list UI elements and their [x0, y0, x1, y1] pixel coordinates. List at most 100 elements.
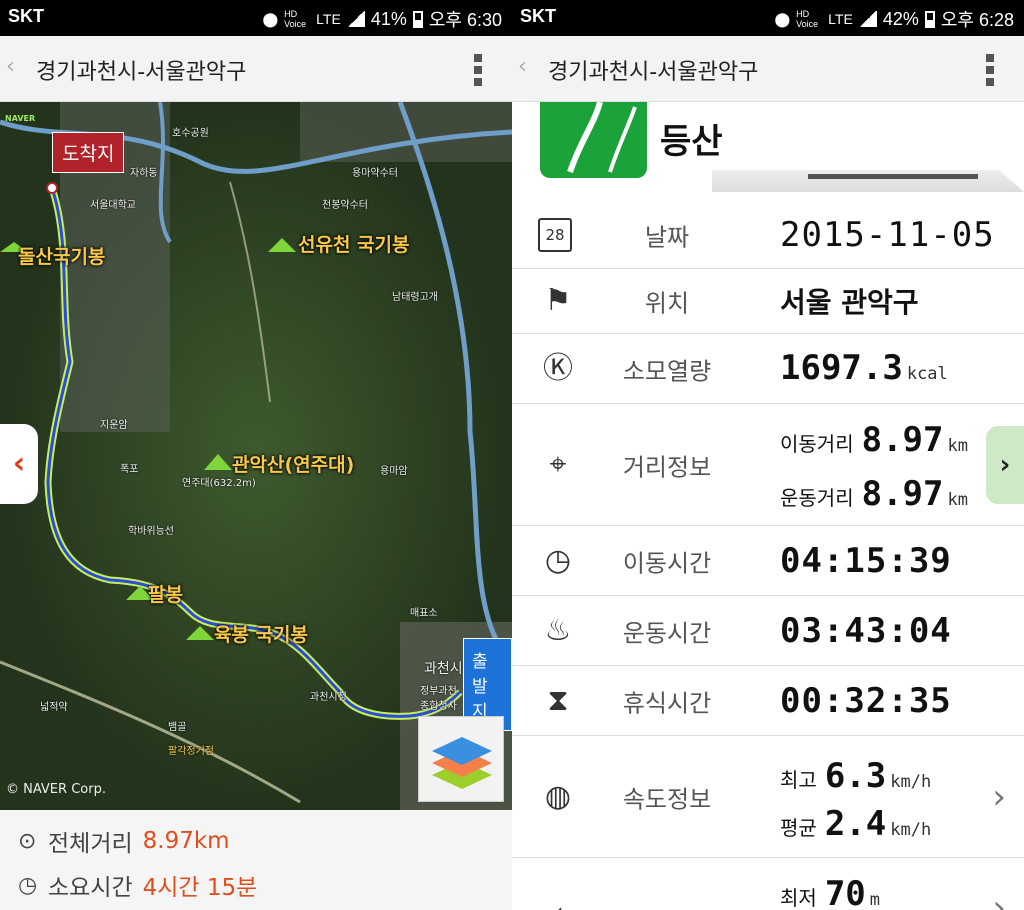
date-row: 28 날짜 2015-11-05 [512, 202, 1024, 269]
location-label: 위치 [644, 289, 690, 318]
peak-label: 돌산국기봉 [18, 246, 106, 268]
distance-row: ⌖ 거리정보 이동거리 8.97 km 운동거리 8.97 km › [512, 404, 1024, 526]
calories-unit: kcal [906, 364, 948, 384]
move-time-label: 이동시간 [622, 549, 712, 577]
location-icon: ⬤ [774, 10, 791, 27]
back-icon[interactable]: ‹ [6, 54, 15, 79]
min-altitude-unit: m [869, 890, 881, 910]
total-time-value: 4시간 15분 [142, 875, 258, 901]
naver-mini-logo: NAVER [5, 114, 36, 123]
network-type: LTE [316, 11, 341, 27]
map-copyright: © NAVER Corp. [6, 782, 106, 797]
move-time-value: 04:15:39 [780, 540, 952, 581]
total-distance-label: 전체거리 [48, 831, 133, 857]
app-bar: ‹ 경기과천시-서울관악구 [512, 36, 1024, 102]
prev-arrow-button[interactable]: ‹ [0, 424, 38, 504]
back-icon[interactable]: ‹ [518, 54, 527, 79]
peak-label: 관악산(연주대) [232, 454, 355, 476]
total-time-label: 소요시간 [48, 875, 133, 901]
min-altitude-label: 최저 [780, 886, 817, 910]
chevron-right-icon[interactable]: › [992, 888, 1006, 910]
chevron-right-icon[interactable]: › [992, 777, 1006, 817]
route-summary: ⊙ 전체거리 8.97km ◷ 소요시간 4시간 15분 [0, 810, 512, 910]
place-label: 과천시청 [310, 692, 347, 703]
battery-percent: 42% [882, 8, 919, 29]
next-arrow-button[interactable]: › [986, 426, 1024, 504]
altitude-row[interactable]: ‹ 최저 70 m › [512, 858, 1024, 910]
speed-row[interactable]: ◍ 속도정보 최고 6.3 km/h 평균 2.4 km/h › [512, 736, 1024, 858]
max-speed: 최고 6.3 km/h [780, 756, 931, 796]
calories-group: 1697.3 kcal [780, 348, 948, 388]
place-label: 팔각정거점 [168, 746, 214, 757]
calendar-icon: 28 [538, 218, 572, 252]
place-label: 남태령고개 [392, 292, 438, 303]
exercise-time-value: 03:43:04 [780, 610, 952, 651]
place-label: 지운암 [100, 420, 128, 431]
page-title: 경기과천시-서울관악구 [36, 60, 247, 85]
right-screen: SKT ⬤ HD Voice LTE 42% 오후 6:28 ‹ 경기과천시-서… [512, 0, 1024, 910]
calories-row: Ⓚ 소모열량 1697.3 kcal [512, 334, 1024, 404]
max-speed-label: 최고 [780, 768, 817, 792]
place-label: 연주대(632.2m) [182, 478, 256, 489]
stats-list: 28 날짜 2015-11-05 ⚑ 위치 서울 관악구 Ⓚ 소모열량 1697… [512, 202, 1024, 910]
move-time-row: ◷ 이동시간 04:15:39 [512, 526, 1024, 596]
place-label: 자하동 [130, 168, 158, 179]
timer-icon: ◷ [544, 542, 572, 578]
arrival-marker[interactable]: 도착지 [52, 132, 125, 173]
total-time-row: ◷ 소요시간 4시간 15분 [18, 868, 257, 902]
min-altitude: 최저 70 m [780, 874, 880, 910]
altitude-icon: ‹ [538, 894, 578, 910]
location-row: ⚑ 위치 서울 관악구 [512, 269, 1024, 334]
avg-speed-value: 2.4 [824, 804, 887, 844]
exercise-distance-value: 8.97 [861, 474, 944, 514]
signal-icon [858, 11, 877, 27]
move-distance-value: 8.97 [861, 420, 944, 460]
avg-speed-label: 평균 [780, 816, 817, 840]
route-pin-icon: ⊙ [18, 828, 37, 854]
location-value: 서울 관악구 [780, 286, 919, 319]
place-label: 정부과천종합청사 [420, 686, 457, 712]
hiking-icon [540, 101, 647, 178]
place-label: 넓적약 [40, 702, 68, 713]
left-screen: SKT ⬤ HD Voice LTE 41% 오후 6:30 ‹ 경기과천시-서… [0, 0, 512, 910]
rest-time-label: 휴식시간 [622, 689, 712, 717]
more-menu-icon[interactable] [474, 54, 482, 86]
date-value: 2015-11-05 [780, 215, 995, 255]
peak-label: 육봉 국기봉 [214, 624, 309, 646]
layers-button[interactable] [418, 716, 504, 802]
peak-label: 선유천 국기봉 [298, 234, 410, 256]
location-icon: ⬤ [262, 10, 279, 27]
clock: 오후 6:28 [940, 10, 1014, 30]
battery-icon [924, 10, 935, 28]
rest-time-row: ⧗ 휴식시간 00:32:35 [512, 666, 1024, 736]
hd-voice-icon: HD Voice [796, 9, 819, 29]
min-altitude-value: 70 [824, 874, 866, 910]
place-label: 용마암 [380, 466, 408, 477]
carrier: SKT [520, 6, 556, 26]
clock-icon: ◷ [18, 872, 38, 898]
flag-icon: ⚑ [544, 283, 572, 318]
more-menu-icon[interactable] [986, 54, 994, 86]
avg-speed: 평균 2.4 km/h [780, 804, 931, 844]
header-bar [808, 174, 978, 179]
place-label: 과천시 [424, 661, 463, 677]
place-label: 폭포 [120, 464, 139, 475]
date-label: 날짜 [644, 223, 690, 252]
calories-label: 소모열량 [622, 357, 712, 385]
hourglass-icon: ⧗ [547, 682, 569, 718]
route-map[interactable]: NAVER 도착지 돌산국기봉 선유천 국기봉 관악산(연주대) 팔봉 육봉 국… [0, 102, 512, 810]
runner-icon: ♨ [544, 612, 572, 648]
place-label: 학바위능선 [128, 526, 174, 537]
hd-voice-icon: HD Voice [284, 9, 307, 29]
total-distance-value: 8.97km [142, 828, 230, 854]
exercise-distance: 운동거리 8.97 km [780, 474, 968, 514]
move-distance-label: 이동거리 [780, 432, 854, 456]
activity-type: 등산 [660, 122, 723, 162]
calories-icon: Ⓚ [543, 350, 573, 386]
speed-label: 속도정보 [622, 785, 712, 813]
place-label: 천봉약수터 [322, 200, 368, 211]
move-distance: 이동거리 8.97 km [780, 420, 968, 460]
place-label: 뱀골 [168, 722, 187, 733]
exercise-time-row: ♨ 운동시간 03:43:04 [512, 596, 1024, 666]
exercise-distance-unit: km [947, 490, 968, 510]
